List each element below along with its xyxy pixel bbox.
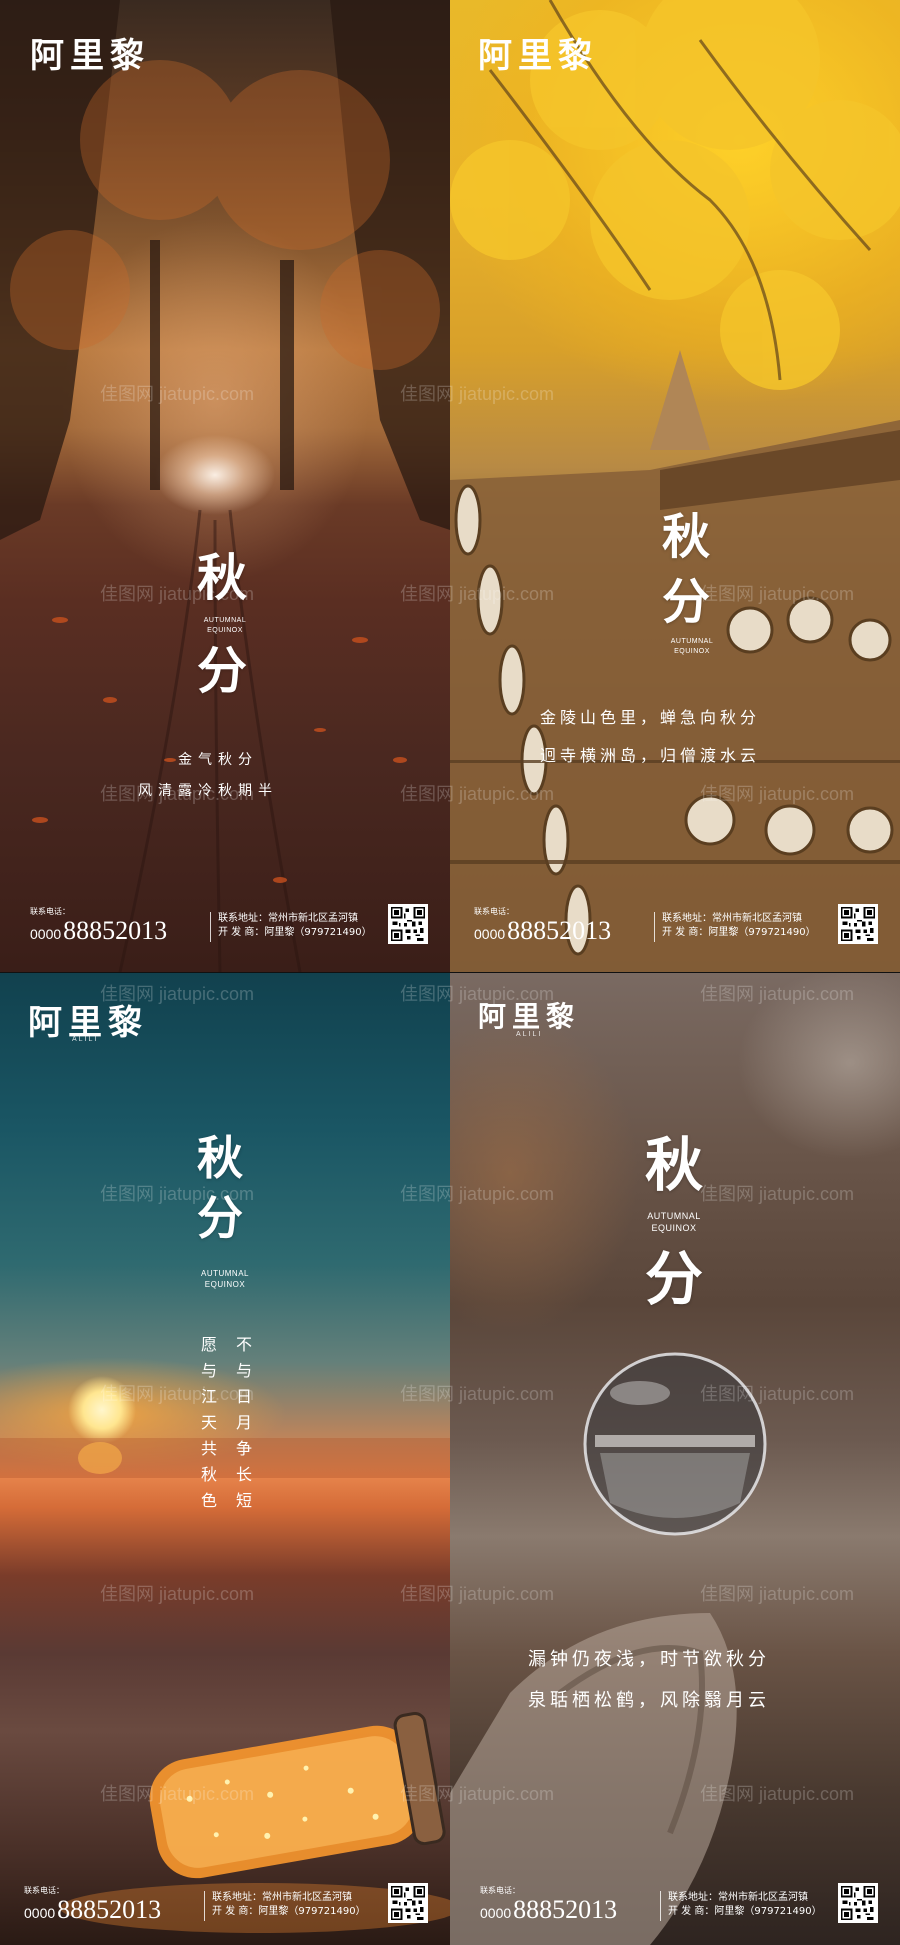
title-char-fen: 分 [197, 1191, 243, 1245]
poster-crystal-ball: 阿里黎 ALILI 秋 AUTUMNAL EQUINOX 分 漏钟仍夜浅，时节欲… [450, 973, 900, 1945]
title-char-qiu: 秋 [197, 1131, 243, 1185]
english-subtitle-line-1: AUTUMNAL [203, 617, 247, 624]
phone-main: 88852013 [63, 916, 168, 945]
brand-logo-text: 阿里黎 [30, 36, 150, 76]
poster-grid: 阿里黎 秋 AUTUMNAL EQUINOX 分 金气秋分 风清露冷秋期半 联系… [0, 0, 900, 1945]
address-line: 联系地址：常州市新北区孟河镇 [218, 913, 358, 924]
poem-line-1: 漏钟仍夜浅，时节欲秋分 [528, 1649, 770, 1670]
brand-logo-subtext: ALILI [72, 1036, 99, 1043]
address-block: 联系地址：常州市新北区孟河镇 开 发 商：阿里黎（979721490） [662, 912, 816, 940]
address-block: 联系地址：常州市新北区孟河镇 开 发 商：阿里黎（979721490） [212, 1891, 366, 1919]
poster-ginkgo-temple: 阿里黎 秋 分 AUTUMNAL EQUINOX 金陵山色里，蝉急向秋分 迥寺横… [450, 0, 900, 972]
developer-line: 开 发 商：阿里黎（979721490） [662, 927, 816, 938]
poem-line-1: 金陵山色里，蝉急向秋分 [540, 708, 761, 727]
developer-line: 开 发 商：阿里黎（979721490） [218, 927, 372, 938]
phone-main: 88852013 [507, 916, 612, 945]
contact-footer: 联系电话： 000088852013 联系地址：常州市新北区孟河镇 开 发 商：… [30, 904, 432, 946]
title-char-qiu: 秋 [662, 509, 711, 565]
english-subtitle-line-2: EQUINOX [674, 648, 710, 655]
poster-forest-road: 阿里黎 秋 AUTUMNAL EQUINOX 分 金气秋分 风清露冷秋期半 联系… [0, 0, 450, 972]
footer-divider [210, 912, 211, 942]
qr-code-icon[interactable] [388, 904, 428, 944]
english-subtitle-line-2: EQUINOX [207, 627, 243, 634]
crystal-ball-illustration [450, 1352, 767, 1945]
phone-main: 88852013 [57, 1895, 162, 1924]
qr-code-icon[interactable] [838, 904, 878, 944]
phone-main: 88852013 [513, 1895, 618, 1924]
temple-roof-illustration [450, 0, 900, 972]
qr-code-icon[interactable] [838, 1883, 878, 1923]
qr-code-icon[interactable] [388, 1883, 428, 1923]
title-char-qiu: 秋 [197, 548, 247, 607]
poster-sunset-jar: 阿里黎 ALILI 秋 分 AUTUMNAL EQUINOX 不与日月争长短 愿… [0, 973, 450, 1945]
poem-line-2: 迥寺横洲岛，归僧渡水云 [540, 746, 761, 765]
phone-number: 000088852013 [480, 1895, 617, 1925]
title-char-fen: 分 [645, 1245, 704, 1313]
poem-line-2: 风清露冷秋期半 [138, 783, 278, 799]
phone-prefix: 0000 [24, 1905, 56, 1921]
contact-footer: 联系电话： 000088852013 联系地址：常州市新北区孟河镇 开 发 商：… [480, 1883, 882, 1925]
address-line: 联系地址：常州市新北区孟河镇 [668, 1892, 808, 1903]
phone-prefix: 0000 [474, 926, 506, 942]
title-char-qiu: 秋 [645, 1131, 704, 1199]
poem-column-2: 愿与江天共秋色 [198, 1336, 217, 1518]
footer-divider [654, 912, 655, 942]
title-char-fen: 分 [197, 641, 247, 700]
phone-prefix: 0000 [480, 1905, 512, 1921]
developer-line: 开 发 商：阿里黎（979721490） [668, 1906, 822, 1917]
english-subtitle: AUTUMNAL EQUINOX [662, 637, 722, 657]
english-subtitle-line-2: EQUINOX [204, 1280, 246, 1289]
address-line: 联系地址：常州市新北区孟河镇 [212, 1892, 352, 1903]
phone-number: 000088852013 [474, 916, 611, 946]
english-subtitle-line-1: AUTUMNAL [647, 1211, 701, 1221]
poem-column-1: 不与日月争长短 [233, 1336, 252, 1518]
brand-logo-text: 阿里黎 [478, 36, 598, 76]
english-subtitle: AUTUMNAL EQUINOX [195, 616, 255, 636]
address-block: 联系地址：常州市新北区孟河镇 开 发 商：阿里黎（979721490） [218, 912, 372, 940]
footer-divider [204, 1891, 205, 1921]
phone-number: 000088852013 [24, 1895, 161, 1925]
developer-line: 开 发 商：阿里黎（979721490） [212, 1906, 366, 1917]
glowing-jar-illustration [0, 1438, 450, 1933]
english-subtitle: AUTUMNAL EQUINOX [642, 1210, 706, 1234]
phone-number: 000088852013 [30, 916, 167, 946]
address-line: 联系地址：常州市新北区孟河镇 [662, 913, 802, 924]
address-block: 联系地址：常州市新北区孟河镇 开 发 商：阿里黎（979721490） [668, 1891, 822, 1919]
english-subtitle-line-1: AUTUMNAL [200, 1269, 249, 1278]
contact-footer: 联系电话： 000088852013 联系地址：常州市新北区孟河镇 开 发 商：… [474, 904, 882, 946]
forest-trees-illustration [0, 0, 450, 972]
brand-logo-text: 阿里黎 [478, 1000, 581, 1033]
phone-prefix: 0000 [30, 926, 62, 942]
contact-footer: 联系电话： 000088852013 联系地址：常州市新北区孟河镇 开 发 商：… [24, 1883, 432, 1925]
title-char-fen: 分 [662, 574, 711, 630]
brand-logo-subtext: ALILI [516, 1031, 543, 1038]
poem-line-2: 泉聒栖松鹤，风除翳月云 [528, 1690, 770, 1711]
english-subtitle-line-2: EQUINOX [651, 1223, 697, 1233]
footer-divider [660, 1891, 661, 1921]
english-subtitle: AUTUMNAL EQUINOX [192, 1268, 258, 1290]
poem-line-1: 金气秋分 [178, 752, 258, 768]
english-subtitle-line-1: AUTUMNAL [670, 638, 714, 645]
